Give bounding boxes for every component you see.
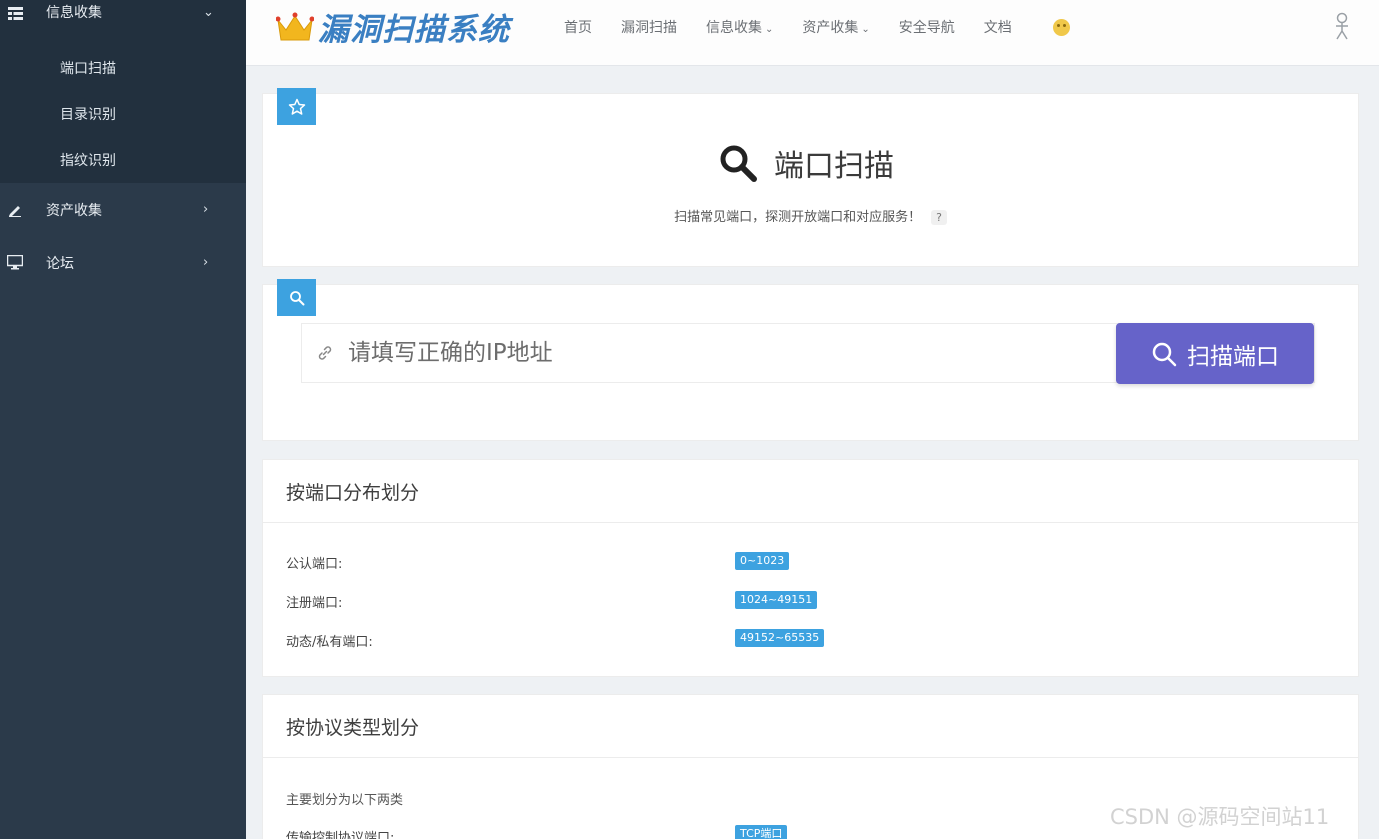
monitor-icon — [7, 255, 23, 271]
sidebar-group-info: 信息收集 ⌄ 端口扫描 目录识别 指纹识别 — [0, 0, 246, 183]
table-icon — [7, 5, 23, 21]
nav-vuln-scan[interactable]: 漏洞扫描 — [621, 17, 677, 37]
hero-card: 端口扫描 扫描常见端口，探测开放端口和对应服务！? — [262, 93, 1359, 267]
chevron-down-icon: ⌄ — [861, 24, 870, 35]
help-icon[interactable]: ? — [931, 210, 947, 225]
sidebar-item-label: 资产收集 — [46, 202, 102, 219]
nav-label: 资产收集 — [802, 20, 859, 36]
sidebar-subitem-fingerprint[interactable]: 指纹识别 — [0, 137, 246, 183]
main-nav: 首页 漏洞扫描 信息收集 ⌄ 资产收集 ⌄ 安全导航 文档 — [564, 0, 1070, 54]
port-range-badge: 49152~65535 — [735, 629, 825, 647]
search-icon — [289, 290, 304, 305]
page-title-text: 端口扫描 — [774, 149, 894, 184]
sidebar-item-forum[interactable]: 论坛 › — [0, 236, 246, 289]
logo-text: 漏洞扫描系统 — [318, 12, 510, 48]
port-range-badge: 1024~49151 — [735, 591, 818, 609]
section-title: 按端口分布划分 — [263, 460, 1358, 523]
search-badge — [277, 279, 316, 316]
protocol-badge: TCP端口 — [735, 825, 788, 839]
logo[interactable]: 漏洞扫描系统 — [276, 4, 510, 49]
nav-info-collect[interactable]: 信息收集 ⌄ — [706, 17, 773, 37]
chevron-down-icon: ⌄ — [765, 24, 774, 35]
ip-address-input[interactable] — [348, 334, 1088, 372]
scan-button-label: 扫描端口 — [1187, 343, 1279, 370]
sidebar-item-assets[interactable]: 资产收集 › — [0, 183, 246, 236]
user-icon[interactable] — [1331, 12, 1353, 40]
protocol-row-label: 传输控制协议端口: — [286, 831, 395, 839]
sidebar: 信息收集 ⌄ 端口扫描 目录识别 指纹识别 资产收集 › 论坛 › — [0, 0, 246, 839]
sidebar-subitem-dir-scan[interactable]: 目录识别 — [0, 91, 246, 137]
sidebar-item-label: 信息收集 — [46, 5, 102, 21]
nav-home[interactable]: 首页 — [564, 17, 592, 37]
subtitle-text: 扫描常见端口，探测开放端口和对应服务！ — [674, 210, 922, 225]
search-icon — [1152, 342, 1177, 366]
port-row-label: 动态/私有端口: — [286, 635, 373, 650]
scan-card: 扫描端口 — [262, 284, 1359, 441]
sidebar-subitem-port-scan[interactable]: 端口扫描 — [0, 45, 246, 91]
page-title: 端口扫描 — [718, 141, 894, 185]
chevron-down-icon: ⌄ — [203, 4, 214, 20]
nav-security-guide[interactable]: 安全导航 — [899, 17, 955, 37]
star-badge — [277, 88, 316, 125]
chevron-right-icon: › — [203, 202, 209, 217]
sidebar-item-info-collect[interactable]: 信息收集 ⌄ — [0, 0, 246, 24]
link-icon — [318, 346, 332, 360]
pencil-icon — [7, 202, 23, 218]
section-note: 主要划分为以下两类 — [286, 793, 404, 808]
star-icon — [288, 98, 305, 115]
port-distribution-card: 按端口分布划分 公认端口: 0~1023 注册端口: 1024~49151 动态… — [262, 459, 1359, 677]
section-title: 按协议类型划分 — [263, 695, 1358, 758]
crown-icon — [276, 12, 314, 40]
port-row-label: 公认端口: — [286, 557, 343, 572]
port-range-badge: 0~1023 — [735, 552, 790, 570]
sidebar-item-label: 论坛 — [46, 255, 74, 272]
chevron-right-icon: › — [203, 255, 209, 270]
port-row-label: 注册端口: — [286, 596, 343, 611]
nav-label: 信息收集 — [706, 20, 762, 36]
top-navbar: 漏洞扫描系统 首页 漏洞扫描 信息收集 ⌄ 资产收集 ⌄ 安全导航 文档 — [246, 0, 1379, 66]
watermark: CSDN @源码空间站11 — [1110, 805, 1330, 829]
nav-asset-collect[interactable]: 资产收集 ⌄ — [802, 17, 869, 37]
search-icon — [720, 145, 757, 182]
scan-port-button[interactable]: 扫描端口 — [1116, 323, 1314, 384]
page-subtitle: 扫描常见端口，探测开放端口和对应服务！? — [263, 206, 1358, 225]
nav-docs[interactable]: 文档 — [984, 17, 1012, 37]
smiley-icon[interactable] — [1052, 18, 1070, 36]
